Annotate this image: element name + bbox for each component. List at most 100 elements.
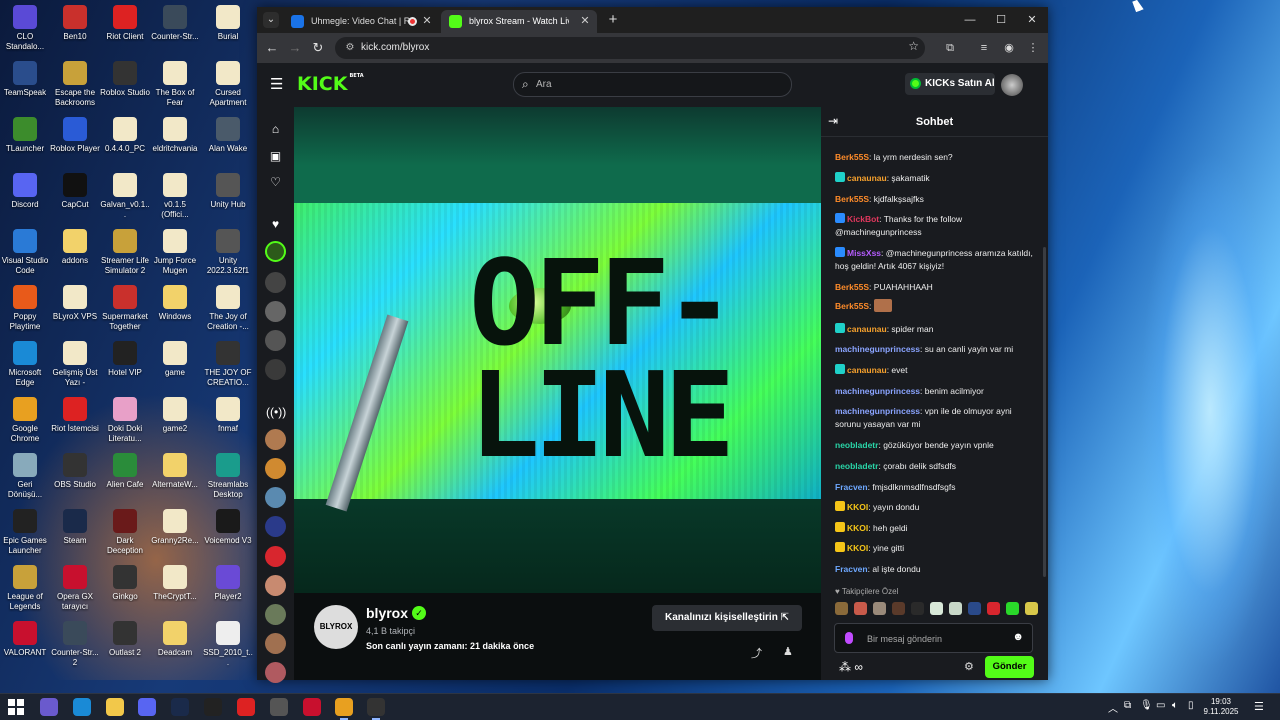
start-button[interactable] xyxy=(8,699,24,715)
chat-settings-gear-icon[interactable]: ⚙ xyxy=(964,660,974,673)
riot-client-taskbar-icon[interactable] xyxy=(237,698,255,716)
chat-username[interactable]: KickBot xyxy=(847,214,879,224)
user-avatar[interactable] xyxy=(1001,74,1023,96)
desktop-shortcut[interactable]: Cursed Apartment xyxy=(203,61,253,108)
steam-taskbar-icon[interactable] xyxy=(171,698,189,716)
hamburger-menu-icon[interactable]: ☰ xyxy=(270,75,286,93)
chat-username[interactable]: machinegunprincess xyxy=(835,406,920,416)
bookmark-star-icon[interactable]: ☆ xyxy=(908,39,919,53)
customize-channel-button[interactable]: Kanalınızı kişiselleştirin ⇱ xyxy=(652,605,802,631)
desktop-shortcut[interactable]: The Joy of Creation -... xyxy=(203,285,253,332)
close-tab-icon[interactable]: ✕ xyxy=(421,10,433,33)
desktop-shortcut[interactable]: Ben10 xyxy=(50,5,100,42)
close-window-button[interactable]: ✕ xyxy=(1017,7,1047,33)
desktop-shortcut[interactable]: Roblox Studio xyxy=(100,61,150,98)
followed-channel-avatar[interactable] xyxy=(265,301,286,322)
share-icon[interactable]: ⤴ xyxy=(751,645,762,661)
desktop-shortcut[interactable]: Counter-Str... xyxy=(150,5,200,42)
menu-icon[interactable]: ⋮ xyxy=(1025,40,1041,56)
desktop-shortcut[interactable]: Burial xyxy=(203,5,253,42)
chat-username[interactable]: neobladetr xyxy=(835,440,878,450)
quick-emote-icon[interactable] xyxy=(930,602,943,615)
network-icon[interactable]: ▭ xyxy=(1156,700,1165,711)
desktop-shortcut[interactable]: game2 xyxy=(150,397,200,434)
chat-scrollbar[interactable] xyxy=(1043,247,1046,577)
quick-emote-icon[interactable] xyxy=(1025,602,1038,615)
recommended-channel-avatar[interactable] xyxy=(265,575,286,596)
desktop-shortcut[interactable]: TLauncher xyxy=(0,117,50,154)
desktop-shortcut[interactable]: Opera GX tarayıcı xyxy=(50,565,100,612)
recommended-channel-avatar[interactable] xyxy=(265,662,286,683)
media-controls-icon[interactable]: ≡ xyxy=(976,40,992,56)
close-tab-icon[interactable]: ✕ xyxy=(579,10,591,33)
desktop-shortcut[interactable]: BLyroX VPS xyxy=(50,285,100,322)
chat-username[interactable]: canaunau xyxy=(847,173,887,183)
chat-username[interactable]: Fracven xyxy=(835,482,868,492)
search-input[interactable] xyxy=(536,76,776,93)
desktop-shortcut[interactable]: Epic Games Launcher xyxy=(0,509,50,556)
quick-emote-icon[interactable] xyxy=(854,602,867,615)
desktop-shortcut[interactable]: Unity Hub xyxy=(203,173,253,210)
desktop-shortcut[interactable]: Windows xyxy=(150,285,200,322)
channel-avatar[interactable]: BLYROX xyxy=(314,605,358,649)
tab-uhmegle[interactable]: Uhmegle: Video Chat | Rand ✕ xyxy=(283,10,439,33)
maximize-button[interactable]: ☐ xyxy=(986,7,1016,33)
search-box[interactable]: ⌕ xyxy=(513,72,792,97)
desktop-shortcut[interactable]: Jump Force Mugen xyxy=(150,229,200,276)
desktop-shortcut[interactable]: Google Chrome xyxy=(0,397,50,444)
obs-taskbar-icon[interactable] xyxy=(367,698,385,720)
desktop-shortcut[interactable]: v0.1.5 (Offici... xyxy=(150,173,200,220)
chat-username[interactable]: KKOI xyxy=(847,523,868,533)
extensions-icon[interactable]: ⧉ xyxy=(942,40,958,56)
quick-emote-icon[interactable] xyxy=(892,602,905,615)
desktop-shortcut[interactable]: Doki Doki Literatu... xyxy=(100,397,150,444)
desktop-shortcut[interactable]: game xyxy=(150,341,200,378)
epic-games-taskbar-icon[interactable] xyxy=(204,698,222,716)
desktop-shortcut[interactable]: TheCryptT... xyxy=(150,565,200,602)
recommended-channel-avatar[interactable] xyxy=(265,633,286,654)
followed-channel-avatar[interactable] xyxy=(265,359,286,380)
chat-username[interactable]: canaunau xyxy=(847,324,887,334)
desktop-shortcut[interactable]: CLO Standalo... xyxy=(0,5,50,52)
url-text[interactable]: kick.com/blyrox xyxy=(361,37,429,59)
tab-kick-blyrox[interactable]: blyrox Stream - Watch Live on K ✕ xyxy=(441,10,597,33)
desktop-shortcut[interactable]: Roblox Player xyxy=(50,117,100,154)
channel-name[interactable]: blyrox xyxy=(366,605,408,621)
show-hidden-icons[interactable]: ︿ xyxy=(1108,700,1118,715)
desktop-shortcut[interactable]: TeamSpeak xyxy=(0,61,50,98)
desktop-shortcut[interactable]: Player2 xyxy=(203,565,253,602)
chat-username[interactable]: Berk55S xyxy=(835,194,869,204)
desktop-shortcut[interactable]: eldritchvania xyxy=(150,117,200,154)
desktop-shortcut[interactable]: Dark Deception xyxy=(100,509,150,556)
quick-emote-icon[interactable] xyxy=(987,602,1000,615)
chat-username[interactable]: machinegunprincess xyxy=(835,386,920,396)
browse-icon[interactable]: ▣ xyxy=(266,147,285,166)
tab-search-dropdown[interactable]: ⌄ xyxy=(263,12,279,28)
desktop-shortcut[interactable]: addons xyxy=(50,229,100,266)
desktop-shortcut[interactable]: Discord xyxy=(0,173,50,210)
send-message-button[interactable]: Gönder xyxy=(985,656,1034,678)
file-explorer-taskbar-icon[interactable] xyxy=(106,698,124,716)
desktop-shortcut[interactable]: Alan Wake xyxy=(203,117,253,154)
desktop-shortcut[interactable]: Outlast 2 xyxy=(100,621,150,658)
omnibox[interactable]: ⚙ kick.com/blyrox ☆ xyxy=(335,37,925,59)
desktop-shortcut[interactable]: Granny2Re... xyxy=(150,509,200,546)
desktop-shortcut[interactable]: CapCut xyxy=(50,173,100,210)
desktop-shortcut[interactable]: The Box of Fear xyxy=(150,61,200,108)
profile-icon[interactable]: ◉ xyxy=(1001,40,1017,56)
desktop-shortcut[interactable]: Streamlabs Desktop xyxy=(203,453,253,500)
quick-emote-icon[interactable] xyxy=(968,602,981,615)
followed-channel-avatar[interactable] xyxy=(265,272,286,293)
chat-username[interactable]: MissXss xyxy=(847,248,881,258)
desktop-shortcut[interactable]: Microsoft Edge xyxy=(0,341,50,388)
recommended-channel-avatar[interactable] xyxy=(265,487,286,508)
back-button[interactable]: ← xyxy=(263,39,281,57)
quick-emote-icon[interactable] xyxy=(1006,602,1019,615)
desktop-shortcut[interactable]: fnmaf xyxy=(203,397,253,434)
desktop-shortcut[interactable]: THE JOY OF CREATIO... xyxy=(203,341,253,388)
tray-app-icon[interactable]: ⧉ xyxy=(1124,700,1131,711)
desktop-shortcut[interactable]: Visual Studio Code xyxy=(0,229,50,276)
desktop-shortcut[interactable]: Hotel VIP xyxy=(100,341,150,378)
desktop-shortcut[interactable]: Counter-Str... 2 xyxy=(50,621,100,668)
desktop-shortcut[interactable]: Voicemod V3 xyxy=(203,509,253,546)
